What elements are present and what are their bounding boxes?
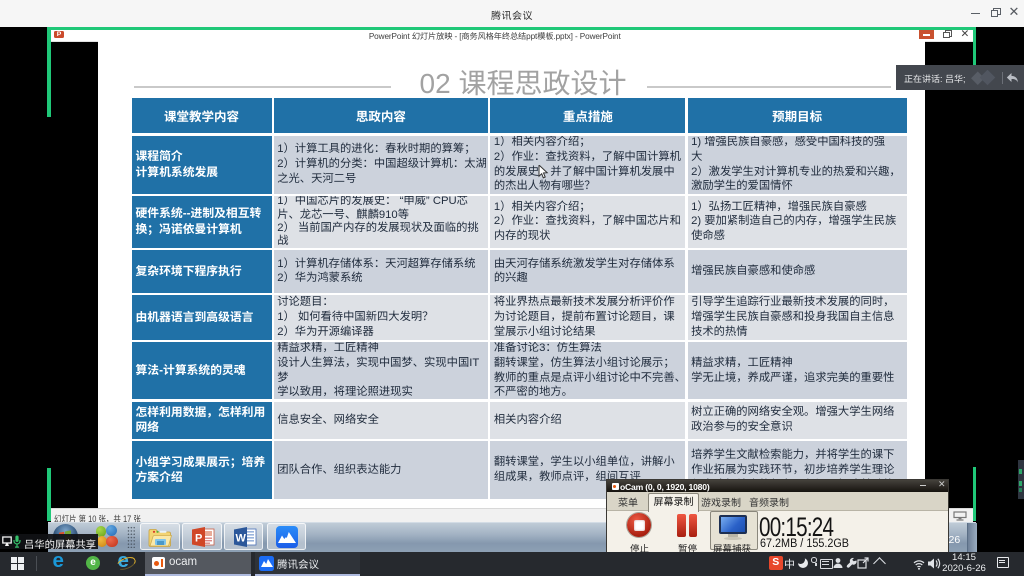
svg-text:P: P xyxy=(195,533,202,545)
svg-text:W: W xyxy=(235,533,246,545)
